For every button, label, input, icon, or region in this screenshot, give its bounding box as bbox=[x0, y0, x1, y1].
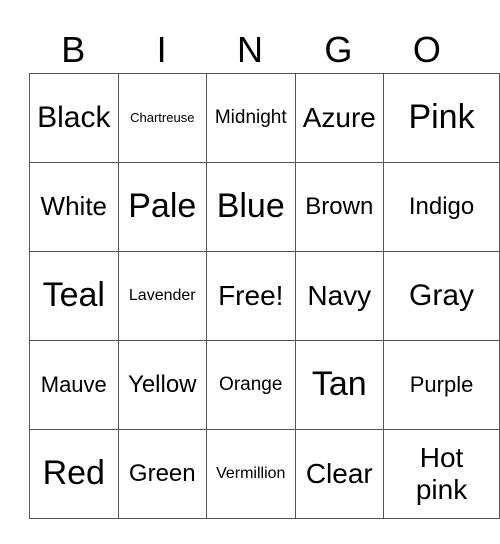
bingo-cell[interactable]: Midnight bbox=[205, 73, 296, 163]
bingo-cell[interactable]: Blue bbox=[205, 162, 296, 252]
bingo-cell[interactable]: Hot pink bbox=[383, 429, 500, 519]
bingo-cell[interactable]: Vermillion bbox=[205, 429, 296, 519]
bingo-cell[interactable]: Tan bbox=[294, 340, 385, 430]
bingo-cell[interactable]: Navy bbox=[294, 251, 385, 341]
bingo-cell[interactable]: Azure bbox=[294, 73, 385, 163]
bingo-row: White Pale Blue Brown Indigo bbox=[29, 162, 500, 252]
bingo-cell[interactable]: White bbox=[29, 162, 119, 252]
bingo-cell[interactable]: Indigo bbox=[383, 162, 500, 252]
bingo-row: Mauve Yellow Orange Tan Purple bbox=[29, 340, 500, 430]
bingo-cell[interactable]: Red bbox=[29, 429, 119, 519]
header-letter: I bbox=[156, 29, 167, 70]
bingo-cell[interactable]: Lavender bbox=[117, 251, 207, 341]
header-letter: B bbox=[61, 29, 86, 70]
header-letter: O bbox=[412, 29, 441, 70]
bingo-cell[interactable]: Orange bbox=[205, 340, 296, 430]
bingo-cell[interactable]: Teal bbox=[29, 251, 119, 341]
bingo-row: Teal Lavender Free! Navy Gray bbox=[29, 251, 500, 341]
bingo-cell[interactable]: Yellow bbox=[117, 340, 207, 430]
bingo-cell[interactable]: Pink bbox=[383, 73, 500, 163]
bingo-cell[interactable]: Clear bbox=[294, 429, 385, 519]
bingo-header: B I N G O bbox=[29, 28, 471, 72]
bingo-cell[interactable]: Mauve bbox=[29, 340, 119, 430]
bingo-cell[interactable]: Gray bbox=[383, 251, 500, 341]
bingo-cell[interactable]: Purple bbox=[383, 340, 500, 430]
bingo-row: Red Green Vermillion Clear Hot pink bbox=[29, 429, 500, 519]
bingo-cell[interactable]: Brown bbox=[294, 162, 385, 252]
header-letter: G bbox=[324, 29, 353, 70]
bingo-cell[interactable]: Free! bbox=[205, 251, 296, 341]
bingo-row: Black Chartreuse Midnight Azure Pink bbox=[29, 73, 500, 163]
bingo-cell[interactable]: Black bbox=[29, 73, 119, 163]
bingo-cell[interactable]: Pale bbox=[117, 162, 207, 252]
bingo-card: Black Chartreuse Midnight Azure Pink White Pal… bbox=[29, 73, 500, 519]
bingo-cell[interactable]: Chartreuse bbox=[117, 73, 207, 163]
bingo-cell[interactable]: Green bbox=[117, 429, 207, 519]
header-letter: N bbox=[237, 29, 264, 70]
